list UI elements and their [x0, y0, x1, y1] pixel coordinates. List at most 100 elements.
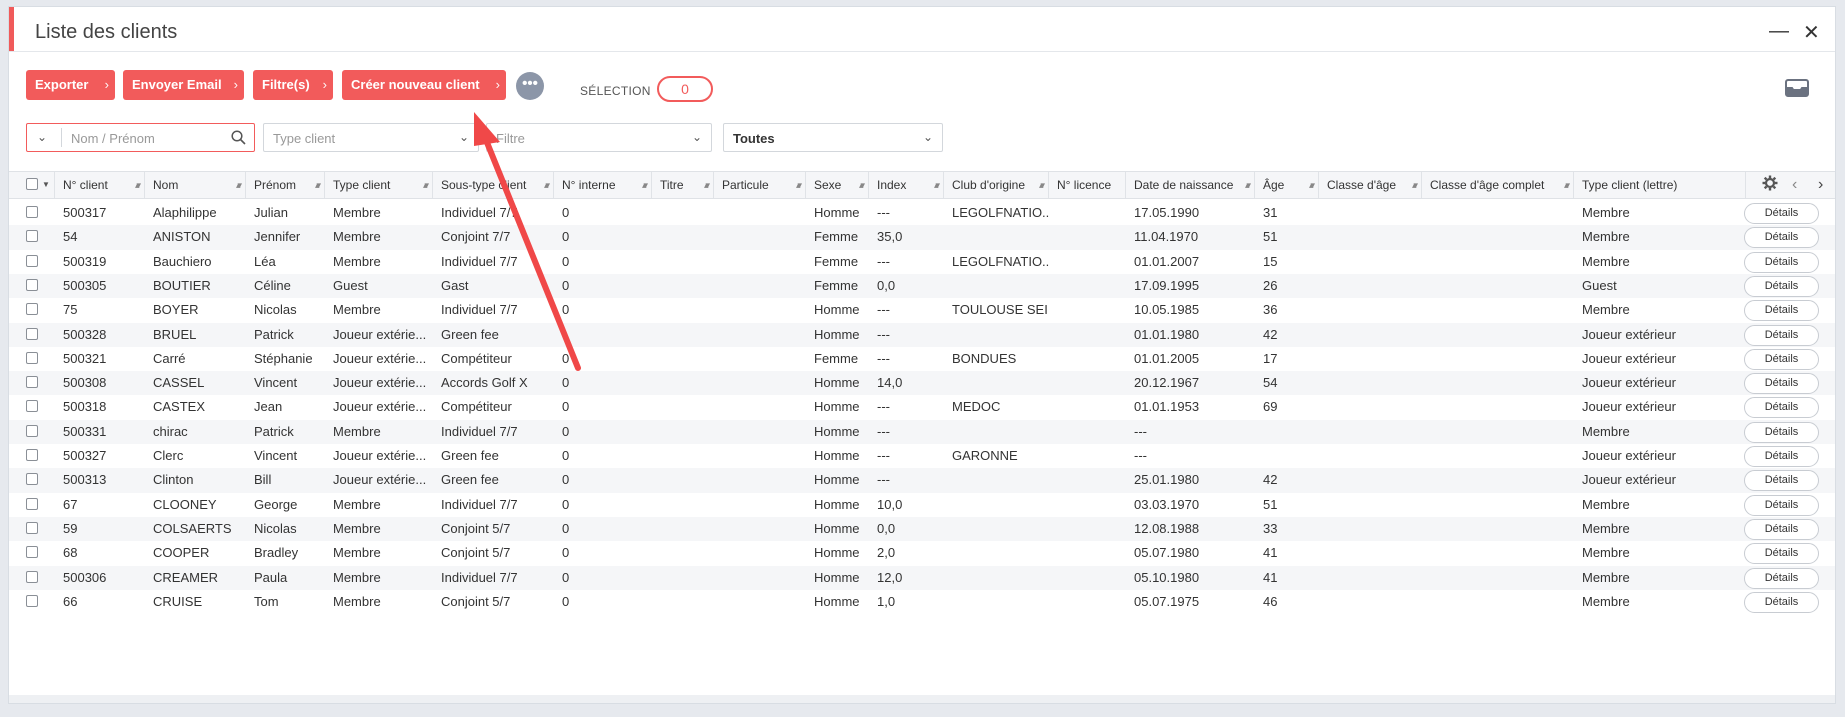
table-row[interactable]: 54 ANISTON Jennifer Membre Conjoint 7/7 0 Femm… — [9, 225, 1835, 250]
row-checkbox[interactable] — [26, 206, 38, 218]
search-input[interactable]: Nom / Prénom — [71, 131, 155, 146]
column-header-age[interactable]: Âge ▴▾ — [1255, 172, 1319, 198]
column-header-prenom[interactable]: Prénom ▴▾ — [246, 172, 325, 198]
details-button[interactable]: Détails — [1744, 470, 1819, 492]
table-row[interactable]: 500318 CASTEX Jean Joueur extérie... Compéti… — [9, 395, 1835, 419]
more-options-button[interactable]: ••• — [516, 72, 544, 100]
details-button[interactable]: Détails — [1744, 275, 1819, 297]
create-client-button[interactable]: Créer nouveau client › — [342, 70, 506, 100]
sort-icon[interactable]: ▴▾ — [859, 172, 865, 198]
details-button[interactable]: Détails — [1744, 494, 1819, 516]
filters-button[interactable]: Filtre(s) › — [253, 70, 333, 100]
table-row[interactable]: 75 BOYER Nicolas Membre Individuel 7/7 0 Homme… — [9, 298, 1835, 322]
column-header-index[interactable]: Index ▴▾ — [869, 172, 944, 198]
details-button[interactable]: Détails — [1744, 543, 1819, 565]
table-row[interactable]: 500327 Clerc Vincent Joueur extérie... Green… — [9, 444, 1835, 468]
column-header-titre[interactable]: Titre ▴▾ — [652, 172, 714, 198]
scroll-left-icon[interactable]: ‹ — [1792, 172, 1797, 198]
table-row[interactable]: 500317 Alaphilippe Julian Membre Individuel … — [9, 201, 1835, 225]
details-button[interactable]: Détails — [1744, 251, 1819, 273]
sort-icon[interactable]: ▴▾ — [1039, 172, 1045, 198]
details-button[interactable]: Détails — [1744, 567, 1819, 589]
row-checkbox[interactable] — [26, 570, 38, 583]
table-row[interactable]: 500308 CASSEL Vincent Joueur extérie... Acco… — [9, 371, 1835, 396]
caret-down-icon[interactable]: ▼ — [42, 172, 50, 198]
table-row[interactable]: 500313 Clinton Bill Joueur extérie... Green … — [9, 468, 1835, 493]
column-header-n-interne[interactable]: N° interne ▴▾ — [554, 172, 652, 198]
table-row[interactable]: 500331 chirac Patrick Membre Individuel 7/7 0… — [9, 419, 1835, 444]
status-select[interactable]: Toutes ⌄ — [723, 123, 943, 152]
table-row[interactable]: 67 CLOONEY George Membre Individuel 7/7 0 Homm… — [9, 493, 1835, 517]
row-checkbox[interactable] — [26, 327, 38, 340]
row-checkbox[interactable] — [26, 521, 38, 534]
sort-icon[interactable]: ▴▾ — [1564, 172, 1570, 198]
column-header-type-client[interactable]: Type client ▴▾ — [325, 172, 433, 198]
row-checkbox[interactable] — [26, 400, 38, 413]
details-button[interactable]: Détails — [1744, 397, 1819, 419]
export-button[interactable]: Exporter › — [26, 70, 115, 100]
sort-icon[interactable]: ▴▾ — [423, 172, 429, 198]
search-box[interactable]: ⌄ Nom / Prénom — [26, 123, 255, 152]
close-icon[interactable]: ✕ — [1803, 20, 1820, 45]
details-button[interactable]: Détails — [1744, 591, 1819, 613]
sort-icon[interactable]: ▴▾ — [315, 172, 321, 198]
details-button[interactable]: Détails — [1744, 446, 1819, 467]
column-header-particule[interactable]: Particule ▴▾ — [714, 172, 806, 198]
details-button[interactable]: Détails — [1744, 348, 1819, 370]
details-button[interactable]: Détails — [1744, 518, 1819, 540]
row-checkbox[interactable] — [26, 594, 38, 607]
sort-icon[interactable]: ▴▾ — [934, 172, 940, 198]
row-checkbox[interactable] — [26, 449, 38, 461]
details-button[interactable]: Détails — [1744, 373, 1819, 395]
selection-count[interactable]: 0 — [657, 76, 713, 102]
search-icon[interactable] — [231, 130, 246, 148]
select-all-checkbox[interactable] — [26, 178, 38, 190]
row-checkbox[interactable] — [26, 230, 38, 243]
archive-icon[interactable] — [1785, 79, 1809, 102]
column-header-n-client[interactable]: N° client ▴▾ — [55, 172, 145, 198]
details-button[interactable]: Détails — [1744, 203, 1819, 224]
send-email-button[interactable]: Envoyer Email › — [123, 70, 244, 100]
details-button[interactable]: Détails — [1744, 421, 1819, 443]
column-header-n-licence[interactable]: N° licence — [1049, 172, 1126, 198]
gear-icon[interactable] — [1762, 175, 1778, 196]
row-checkbox[interactable] — [26, 278, 38, 291]
sort-icon[interactable]: ▴▾ — [1245, 172, 1251, 198]
table-row[interactable]: 500305 BOUTIER Céline Guest Gast 0 Femme 0,0 17.… — [9, 273, 1835, 299]
column-header-sexe[interactable]: Sexe ▴▾ — [806, 172, 869, 198]
sort-icon[interactable]: ▴▾ — [1412, 172, 1418, 198]
table-row[interactable]: 68 COOPER Bradley Membre Conjoint 5/7 0 Homme 2… — [9, 541, 1835, 565]
table-row[interactable]: 500321 Carré Stéphanie Joueur extérie... Com… — [9, 347, 1835, 371]
sort-icon[interactable]: ▴▾ — [1309, 172, 1315, 198]
table-row[interactable]: 500319 Bauchiero Léa Membre Individuel 7/7 0 F… — [9, 250, 1835, 274]
row-checkbox[interactable] — [26, 424, 38, 437]
sort-icon[interactable]: ▴▾ — [642, 172, 648, 198]
row-checkbox[interactable] — [26, 303, 38, 316]
column-header-sous-type-client[interactable]: Sous-type client ▴▾ — [433, 172, 554, 198]
row-checkbox[interactable] — [26, 351, 38, 364]
column-header-classe-age-complet[interactable]: Classe d'âge complet ▴▾ — [1422, 172, 1574, 198]
sort-icon[interactable]: ▴▾ — [544, 172, 550, 198]
table-row[interactable]: 500328 BRUEL Patrick Joueur extérie... Green… — [9, 322, 1835, 347]
scroll-right-icon[interactable]: › — [1818, 172, 1823, 198]
column-header-classe-age[interactable]: Classe d'âge ▴▾ — [1319, 172, 1422, 198]
row-checkbox[interactable] — [26, 473, 38, 486]
sort-icon[interactable]: ▴▾ — [704, 172, 710, 198]
select-all-header[interactable]: ▼ — [9, 172, 55, 198]
table-row[interactable]: 500306 CREAMER Paula Membre Individuel 7/7 0 H… — [9, 565, 1835, 590]
row-checkbox[interactable] — [26, 546, 38, 559]
column-header-club-origine[interactable]: Club d'origine ▴▾ — [944, 172, 1049, 198]
column-header-nom[interactable]: Nom ▴▾ — [145, 172, 246, 198]
chevron-down-icon[interactable]: ⌄ — [37, 130, 47, 144]
row-checkbox[interactable] — [26, 254, 38, 267]
table-row[interactable]: 59 COLSAERTS Nicolas Membre Conjoint 5/7 0 Hom… — [9, 516, 1835, 542]
details-button[interactable]: Détails — [1744, 227, 1819, 249]
filter-select[interactable]: Filtre ⌄ — [486, 123, 712, 152]
sort-icon[interactable]: ▴▾ — [796, 172, 802, 198]
column-header-type-client-lettre[interactable]: Type client (lettre) — [1574, 172, 1746, 198]
details-button[interactable]: Détails — [1744, 324, 1819, 346]
column-header-date-naissance[interactable]: Date de naissance ▴▾ — [1126, 172, 1255, 198]
sort-icon[interactable]: ▴▾ — [236, 172, 242, 198]
row-checkbox[interactable] — [26, 497, 38, 510]
sort-icon[interactable]: ▴▾ — [135, 172, 141, 198]
